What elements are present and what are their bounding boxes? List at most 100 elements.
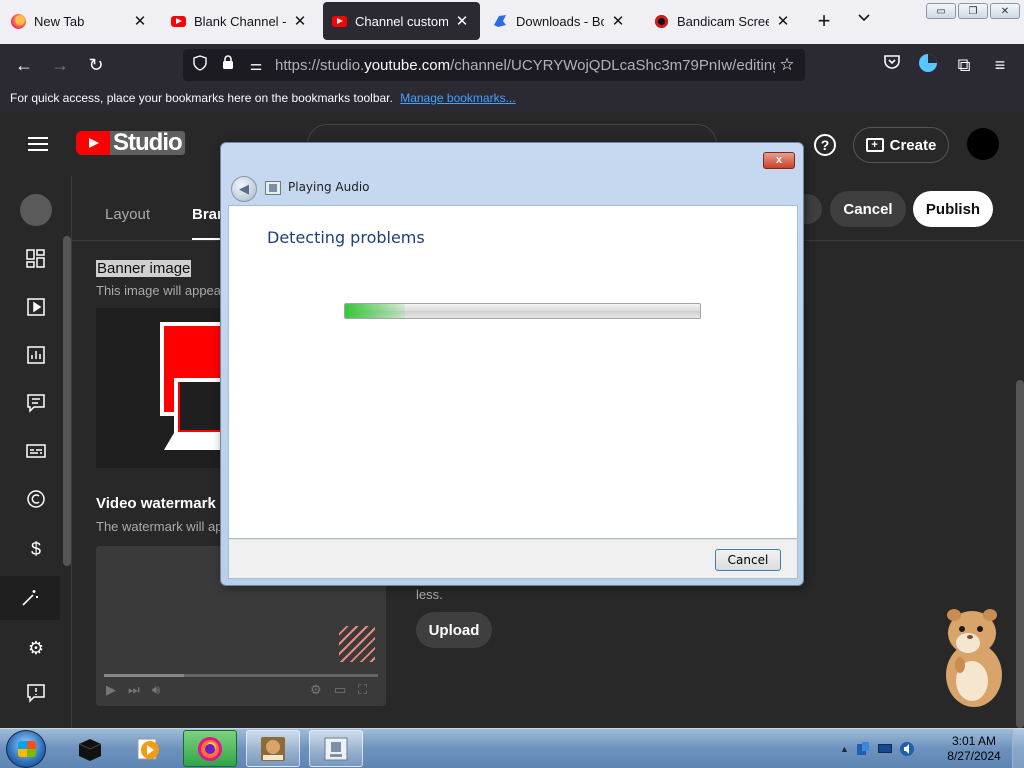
tab-title: New Tab	[34, 13, 85, 29]
restore-icon[interactable]: ❐	[958, 3, 988, 19]
tab-close-icon[interactable]: ✕	[608, 12, 628, 30]
view-channel-button[interactable]	[802, 194, 822, 224]
watermark-info-text: less.	[416, 587, 443, 602]
avatar[interactable]	[967, 128, 999, 160]
publish-button[interactable]: Publish	[913, 191, 993, 227]
detection-progress-bar	[344, 303, 701, 319]
taskbar-hamster-box-icon[interactable]	[246, 730, 300, 767]
account-icon[interactable]	[915, 53, 941, 77]
settings-gear-icon[interactable]: ⚙	[24, 636, 48, 660]
upload-button[interactable]: Upload	[416, 612, 492, 648]
tab-close-icon[interactable]: ✕	[290, 12, 310, 30]
play-icon: ▶	[106, 682, 116, 697]
create-button[interactable]: + Create	[853, 127, 949, 163]
channel-avatar[interactable]	[20, 194, 52, 226]
earn-dollar-icon[interactable]: $	[24, 537, 48, 561]
youtube-icon	[331, 13, 347, 29]
tab-branding[interactable]: Branding	[192, 206, 222, 223]
tab-layout[interactable]: Layout	[105, 206, 150, 223]
copyright-icon[interactable]	[24, 489, 48, 513]
browser-tab[interactable]: New Tab ✕	[2, 2, 158, 40]
browser-tab[interactable]: Bandicam Screen Recorder ✕	[645, 2, 801, 40]
minimize-icon[interactable]: ▭	[926, 3, 956, 19]
show-desktop-button[interactable]	[1012, 729, 1024, 768]
volume-icon: 🔊︎	[152, 682, 161, 697]
browser-tab[interactable]: Blank Channel - YouTube ✕	[162, 2, 318, 40]
feedback-icon[interactable]	[24, 683, 48, 707]
subtitles-icon[interactable]	[24, 441, 48, 465]
troubleshooter-dialog: x ◀ Playing Audio Detecting problems Can…	[220, 142, 804, 586]
manage-bookmarks-link[interactable]: Manage bookmarks...	[400, 91, 515, 105]
troubleshooter-app-icon	[265, 181, 281, 195]
bookmarks-hint: For quick access, place your bookmarks h…	[10, 91, 393, 105]
video-watermark-title: Video watermark	[96, 495, 216, 512]
navigation-toolbar: ← → ↻ ⚌ https://studio.youtube.com/chann…	[0, 44, 1024, 86]
reload-icon[interactable]: ↻	[83, 53, 109, 77]
lock-icon[interactable]	[217, 55, 239, 75]
url-text[interactable]: https://studio.youtube.com/channel/UCYRY…	[275, 57, 775, 74]
youtube-logo-icon	[76, 131, 110, 155]
create-plus-icon: +	[865, 138, 884, 152]
taskbar-troubleshooter-icon[interactable]	[309, 730, 363, 767]
url-path: /channel/UCYRYWojQDLcaShc3m79PnIw/editin…	[450, 56, 775, 74]
taskbar-media-player-icon[interactable]	[122, 730, 176, 767]
sidebar-scrollbar[interactable]	[63, 236, 71, 566]
bookmark-star-icon[interactable]: ☆	[775, 55, 799, 75]
content-icon[interactable]	[24, 297, 48, 321]
close-window-icon[interactable]: ✕	[990, 3, 1020, 19]
start-button[interactable]	[6, 730, 46, 768]
menu-hamburger-icon[interactable]: ≡	[987, 53, 1013, 77]
display-icon[interactable]	[877, 741, 893, 757]
clock-time: 3:01 AM	[951, 734, 997, 748]
analytics-icon[interactable]	[24, 345, 48, 369]
dialog-cancel-button[interactable]: Cancel	[715, 549, 781, 571]
tab-close-icon[interactable]: ✕	[452, 12, 472, 30]
dialog-footer: Cancel	[228, 539, 798, 579]
windows-taskbar: ▲ 3:01 AM 8/27/2024	[0, 728, 1024, 768]
url-prefix: https://studio.	[275, 56, 365, 74]
hamster-desktop-pet[interactable]	[940, 605, 1006, 709]
help-icon[interactable]: ?	[814, 134, 836, 156]
dashboard-icon[interactable]	[24, 249, 48, 273]
shield-icon[interactable]	[189, 55, 211, 75]
create-label: Create	[889, 136, 937, 154]
studio-logo[interactable]: Studio	[76, 130, 185, 156]
tab-close-icon[interactable]: ✕	[773, 12, 793, 30]
taskbar-clock[interactable]: 3:01 AM 8/27/2024	[944, 734, 1004, 764]
extensions-icon[interactable]: ⧉	[951, 53, 977, 77]
tab-list-chevron-icon[interactable]	[852, 10, 876, 34]
taskbar-firefox-icon[interactable]	[183, 730, 237, 767]
forward-arrow-icon[interactable]: →	[47, 53, 73, 77]
window-controls: ▭ ❐ ✕	[926, 3, 1020, 19]
studio-menu-icon[interactable]	[28, 137, 48, 151]
show-hidden-icons-icon[interactable]: ▲	[840, 744, 849, 754]
permissions-icon[interactable]: ⚌	[245, 55, 267, 75]
tab-title: Bandicam Screen Recorder	[677, 13, 769, 29]
studio-sidebar: $ ⚙	[0, 176, 72, 728]
taskbar-box-app-icon[interactable]	[63, 730, 117, 767]
dialog-heading: Detecting problems	[267, 228, 425, 247]
back-arrow-icon[interactable]: ←	[11, 53, 37, 77]
player-progress-bar	[104, 674, 378, 677]
firefox-icon	[10, 13, 26, 29]
address-bar[interactable]: ⚌ https://studio.youtube.com/channel/UCY…	[183, 49, 805, 81]
network-icon[interactable]	[855, 741, 871, 757]
browser-tab-active[interactable]: Channel customization - YouTube Studio ✕	[323, 2, 480, 40]
dialog-close-button[interactable]: x	[763, 152, 795, 169]
main-scrollbar[interactable]	[1016, 380, 1024, 728]
customization-wand-icon[interactable]	[0, 576, 60, 620]
speaker-icon[interactable]	[899, 741, 915, 757]
comments-icon[interactable]	[24, 393, 48, 417]
cancel-button[interactable]: Cancel	[830, 191, 906, 227]
bandicam-icon	[653, 13, 669, 29]
tab-title: Blank Channel - YouTube	[194, 13, 286, 29]
theater-icon: ▭	[334, 682, 347, 697]
settings-gear-icon: ⚙	[310, 682, 322, 697]
bob-pony-icon	[492, 13, 508, 29]
pocket-icon[interactable]	[879, 53, 905, 77]
watermark-placeholder	[339, 626, 375, 662]
back-arrow-icon[interactable]: ◀	[231, 176, 257, 202]
browser-tab[interactable]: Downloads - Bob Pony ✕	[484, 2, 636, 40]
tab-close-icon[interactable]: ✕	[130, 12, 150, 30]
new-tab-plus-icon[interactable]: +	[812, 8, 836, 36]
